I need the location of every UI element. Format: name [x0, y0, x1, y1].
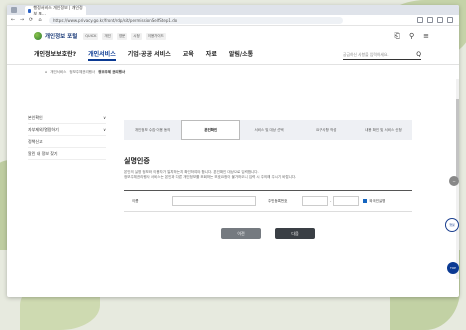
browser-tab-bar: 행정서비스 개인정보 | 개인정보 포... [7, 5, 459, 16]
step-item: 서비스 및 대상 선택 [254, 128, 284, 132]
sidebar-item-label: 정책신고 [28, 138, 43, 144]
sidebar: 본인확인 ∨ 자부제외/열람하기 ∨ 정책신고 알린 내 정보 찾기 [28, 112, 106, 160]
checkbox-icon [363, 198, 368, 203]
main-nav: 개인정보보호란? 개인서비스 기업·공공 서비스 교육 자료 알림/소통 궁금하… [7, 46, 459, 65]
sidebar-item-label: 본인확인 [28, 114, 43, 120]
top-link[interactable]: 개인 [102, 32, 113, 40]
nav-item[interactable]: 자료 [206, 49, 217, 61]
chatbot-button[interactable]: 챗봇 [445, 218, 459, 232]
step-indicator: 개인정보 수집·이용 동의 본인확인 서비스 및 대상 선택 요구사항 작성 내… [124, 120, 412, 140]
tab-title: 행정서비스 개인정보 | 개인정보 포... [33, 5, 83, 16]
rrn-label: 주민등록번호 [268, 198, 288, 203]
rrn-back-input[interactable] [333, 196, 360, 206]
page-title: 실명인증 [124, 157, 150, 165]
sidebar-item[interactable]: 본인확인 ∨ [28, 112, 106, 124]
button-group: 이전 다음 [124, 228, 412, 239]
menu-icon[interactable]: ≡ [423, 32, 429, 41]
verification-form: 이름 주민등록번호 - 외국인실명 [124, 190, 412, 212]
sidebar-item[interactable]: 알린 내 정보 찾기 [28, 148, 106, 160]
url-text: https://www.privacy.go.kr/front/rdp/sit/… [53, 17, 178, 23]
favicon-icon [28, 8, 32, 13]
breadcrumb: ⌂ 개인서비스 정보주체권리행사 정보주체 권리행사 [7, 65, 459, 79]
address-bar: ← → ⟳ ⌂ https://www.privacy.go.kr/front/… [7, 15, 459, 26]
logo-mark-icon [34, 32, 42, 40]
header-icons: ⎗ ⚲ ≡ [394, 32, 429, 41]
home-icon[interactable]: ⌂ [37, 17, 43, 23]
page-description: 정보주체권리행사 서비스는 본인과 다른 개인정보를 조회하는 보호요청이 불가… [124, 175, 297, 179]
top-link[interactable]: 이용가이드 [145, 32, 166, 40]
sidebar-item-label: 자부제외/열람하기 [28, 126, 59, 132]
breadcrumb-current: 정보주체 권리행사 [98, 69, 126, 74]
sidebar-item[interactable]: 정책신고 [28, 136, 106, 148]
top-links: QUICK 개인 영문 시청 이용가이드 [83, 32, 166, 40]
back-icon[interactable]: ← [10, 17, 16, 23]
nav-item[interactable]: 개인정보보호란? [34, 49, 76, 61]
forward-icon[interactable]: → [19, 17, 25, 23]
user-icon[interactable]: ⚲ [409, 32, 414, 41]
search-icon[interactable]: Q [416, 51, 421, 58]
top-link[interactable]: 영문 [116, 32, 128, 40]
sidebar-item-label: 알린 내 정보 찾기 [28, 150, 58, 156]
name-label: 이름 [132, 198, 139, 203]
breadcrumb-home-icon[interactable]: ⌂ [45, 70, 47, 74]
scroll-top-button[interactable]: TOP [447, 262, 459, 274]
prev-button[interactable]: 이전 [221, 228, 261, 239]
site-header: 개인정보 포털 QUICK 개인 영문 시청 이용가이드 ⎗ ⚲ ≡ [7, 26, 459, 46]
chevron-down-icon: ∨ [103, 127, 106, 132]
step-item: 요구사항 작성 [315, 128, 337, 132]
sidebar-item[interactable]: 자부제외/열람하기 ∨ [28, 124, 106, 136]
nav-item-active[interactable]: 개인서비스 [88, 49, 116, 61]
main-content: 개인정보 수집·이용 동의 본인확인 서비스 및 대상 선택 요구사항 작성 내… [124, 108, 412, 239]
rrn-front-input[interactable] [302, 196, 328, 206]
gift-icon[interactable]: ⎗ [394, 32, 400, 41]
nav-item[interactable]: 알림/소통 [229, 49, 253, 61]
foreigner-check[interactable]: 외국인실명 [363, 198, 386, 204]
reload-icon[interactable]: ⟳ [28, 17, 34, 23]
search-input[interactable]: 궁금하신 사항을 입력하세요. Q [343, 50, 421, 60]
collections-icon[interactable] [437, 17, 443, 23]
breadcrumb-item[interactable]: 개인서비스 [50, 70, 66, 75]
step-item-active: 본인확인 [181, 120, 241, 140]
nav-item[interactable]: 교육 [183, 49, 194, 61]
toolbar-icons [417, 17, 453, 23]
site-logo[interactable]: 개인정보 포털 [34, 32, 77, 40]
breadcrumb-item[interactable]: 정보주체권리행사 [69, 70, 95, 75]
nav-item[interactable]: 기업·공공 서비스 [128, 49, 171, 61]
collapse-button[interactable]: − [449, 176, 459, 186]
top-link[interactable]: QUICK [83, 32, 99, 40]
scrollbar-thumb[interactable] [456, 99, 459, 179]
extension-icon[interactable] [417, 17, 423, 23]
search-placeholder: 궁금하신 사항을 입력하세요. [343, 51, 389, 57]
top-link[interactable]: 시청 [131, 32, 142, 40]
main-menu: 개인정보보호란? 개인서비스 기업·공공 서비스 교육 자료 알림/소통 [34, 49, 253, 61]
favorites-icon[interactable] [427, 17, 433, 23]
step-item: 내용 확인 및 서비스 신청 [365, 128, 402, 132]
profile-icon[interactable] [447, 17, 453, 23]
logo-text: 개인정보 포털 [45, 34, 78, 40]
chevron-down-icon: ∨ [103, 115, 106, 120]
chatbot-label: 챗봇 [449, 223, 455, 227]
window-icon[interactable] [11, 7, 17, 13]
url-input[interactable]: https://www.privacy.go.kr/front/rdp/sit/… [49, 16, 343, 24]
browser-tab[interactable]: 행정서비스 개인정보 | 개인정보 포... [25, 5, 86, 16]
next-button[interactable]: 다음 [275, 228, 315, 239]
foreigner-label: 외국인실명 [369, 198, 386, 203]
name-input[interactable] [172, 196, 256, 206]
step-item: 개인정보 수집·이용 동의 [134, 128, 171, 132]
